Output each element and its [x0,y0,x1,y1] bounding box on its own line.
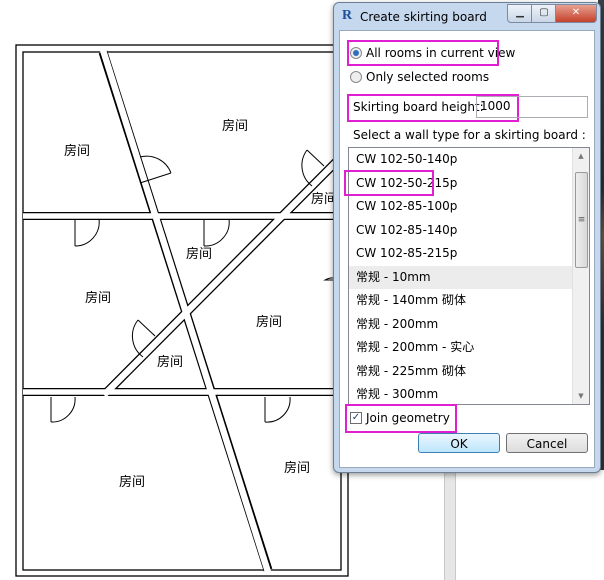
room-label: 房间 [186,246,212,262]
revit-app-icon: R [342,8,353,23]
background-divider [444,470,456,580]
interior-walls [23,49,343,573]
scrollbar-thumb[interactable]: ≡ [575,172,588,268]
list-item[interactable]: CW 102-85-215p [349,242,589,266]
room-label: 房间 [284,460,310,476]
list-item[interactable]: 常规 - 140mm 砌体 [349,289,589,313]
list-item[interactable]: CW 102-85-140p [349,219,589,243]
ok-button[interactable]: OK [418,433,500,453]
room-label: 房间 [85,290,111,306]
create-skirting-board-dialog: R Create skirting board ▁ ▢ ✕ All rooms … [333,2,601,473]
list-item[interactable]: 常规 - 300mm [349,383,589,404]
close-icon: ✕ [571,7,581,18]
list-item[interactable]: CW 102-85-100p [349,195,589,219]
radio-label: Only selected rooms [366,70,490,84]
join-geometry-checkbox[interactable]: ✓ Join geometry [350,411,450,425]
maximize-icon: ▢ [539,7,549,18]
checkbox-label: Join geometry [366,411,450,425]
radio-all-rooms[interactable]: All rooms in current view [350,46,515,60]
list-item-selected[interactable]: 常规 - 10mm [349,265,589,289]
list-item[interactable]: CW 102-50-140p [349,148,589,172]
list-item[interactable]: 常规 - 200mm [349,313,589,337]
radio-label: All rooms in current view [366,46,516,60]
wall-type-label: Select a wall type for a skirting board … [353,128,586,142]
scroll-up-icon[interactable]: ▲ [573,148,589,164]
room-label: 房间 [157,354,183,370]
list-item[interactable]: 常规 - 225mm 砌体 [349,360,589,384]
highlight-box [344,170,434,196]
checkbox-checked-icon: ✓ [350,412,362,424]
dialog-title: Create skirting board [360,10,487,24]
cancel-button[interactable]: Cancel [506,433,588,453]
dialog-body: All rooms in current view Only selected … [339,30,595,468]
skirting-height-input[interactable]: 1000 [476,96,588,118]
minimize-button[interactable]: ▁ [507,4,533,23]
title-bar[interactable]: R Create skirting board ▁ ▢ ✕ [334,3,600,30]
room-label: 房间 [119,474,145,490]
radio-unselected-icon [350,71,362,83]
room-label: 房间 [64,143,90,159]
list-item[interactable]: 常规 - 200mm - 实心 [349,336,589,360]
radio-selected-rooms[interactable]: Only selected rooms [350,70,489,84]
doors [50,149,342,423]
room-label: 房间 [256,314,282,330]
height-label: Skirting board height: [353,100,484,114]
list-scrollbar[interactable]: ▲ ≡ ▼ [572,148,589,404]
maximize-button[interactable]: ▢ [531,4,557,23]
minimize-icon: ▁ [516,7,524,18]
close-button[interactable]: ✕ [555,4,597,23]
room-label: 房间 [222,118,248,134]
scroll-down-icon[interactable]: ▼ [573,388,589,404]
radio-selected-icon [350,47,362,59]
